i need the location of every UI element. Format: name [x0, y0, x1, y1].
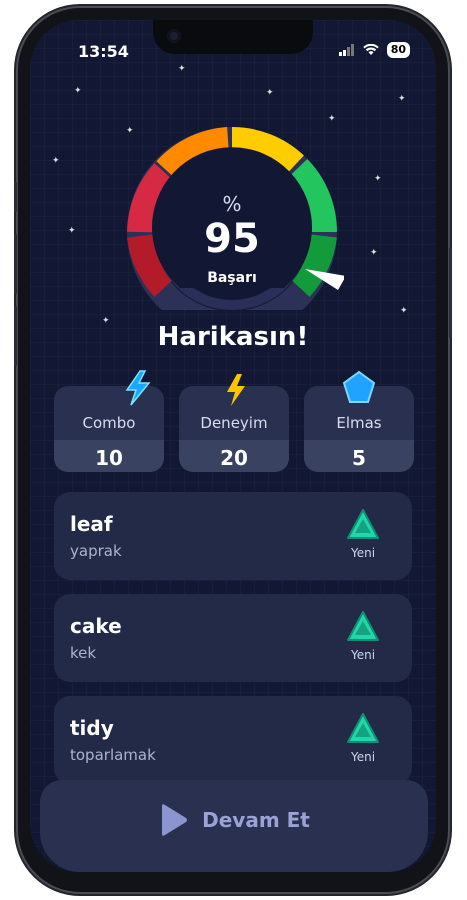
- app-screen: 13:54 80 ✦ ✦ ✦ ✦ ✦ ✦ ✦ ✦ ✦ ✦ ✦ ✦ % 95 Ba…: [30, 20, 436, 872]
- star-icon: ✦: [370, 248, 378, 258]
- stat-value-bar: 5: [304, 440, 414, 472]
- camera-icon: [167, 29, 181, 43]
- gauge-value: 95: [204, 216, 260, 262]
- new-badge-icon: [347, 611, 379, 641]
- word-text: leaf: [70, 512, 113, 536]
- combo-bolt-icon: [125, 370, 151, 406]
- new-badge-icon: [347, 713, 379, 743]
- star-icon: ✦: [74, 86, 82, 96]
- status-icons: 80: [338, 42, 410, 58]
- volume-up-button: [14, 234, 17, 294]
- page-title: Harikasın!: [157, 322, 309, 352]
- word-meaning: yaprak: [70, 542, 122, 560]
- stat-label: Deneyim: [200, 414, 268, 432]
- stat-value-bar: 10: [54, 440, 164, 472]
- word-card[interactable]: cake kek Yeni: [54, 594, 412, 682]
- volume-down-button: [14, 306, 17, 366]
- stat-value: 20: [220, 446, 248, 470]
- stat-value: 10: [95, 446, 123, 470]
- star-icon: ✦: [178, 64, 186, 74]
- star-icon: ✦: [398, 94, 406, 104]
- gem-icon: [342, 370, 376, 403]
- continue-label: Devam Et: [202, 808, 310, 832]
- footer-bar: Devam Et: [40, 780, 428, 872]
- word-card[interactable]: leaf yaprak Yeni: [54, 492, 412, 580]
- success-gauge: % 95 Başarı: [120, 120, 346, 337]
- wifi-icon: [362, 44, 379, 55]
- star-icon: ✦: [68, 226, 76, 236]
- star-icon: ✦: [266, 88, 274, 98]
- continue-button[interactable]: Devam Et: [40, 780, 428, 860]
- star-icon: ✦: [374, 174, 382, 184]
- gauge-label: Başarı: [207, 270, 257, 286]
- new-badge-label: Yeni: [350, 750, 376, 764]
- word-text: cake: [70, 614, 122, 638]
- lightning-icon: [227, 374, 245, 406]
- word-text: tidy: [70, 716, 114, 740]
- star-icon: ✦: [52, 156, 60, 166]
- status-time: 13:54: [78, 42, 129, 61]
- new-badge-icon: [347, 509, 379, 539]
- percent-symbol: %: [222, 192, 242, 216]
- stat-label: Elmas: [336, 414, 382, 432]
- stat-value: 5: [352, 446, 366, 470]
- stat-label: Combo: [82, 414, 136, 432]
- signal-icon: [338, 44, 354, 56]
- star-icon: ✦: [400, 306, 408, 316]
- word-card[interactable]: tidy toparlamak Yeni: [54, 696, 412, 784]
- new-badge-label: Yeni: [350, 648, 376, 662]
- stat-value-bar: 20: [179, 440, 289, 472]
- word-meaning: kek: [70, 644, 97, 662]
- battery-indicator: 80: [386, 42, 410, 58]
- notch: [153, 20, 313, 54]
- word-meaning: toparlamak: [70, 746, 156, 764]
- silent-switch: [14, 182, 17, 212]
- play-icon: [162, 804, 188, 836]
- new-badge-label: Yeni: [350, 546, 376, 560]
- power-button: [449, 248, 452, 338]
